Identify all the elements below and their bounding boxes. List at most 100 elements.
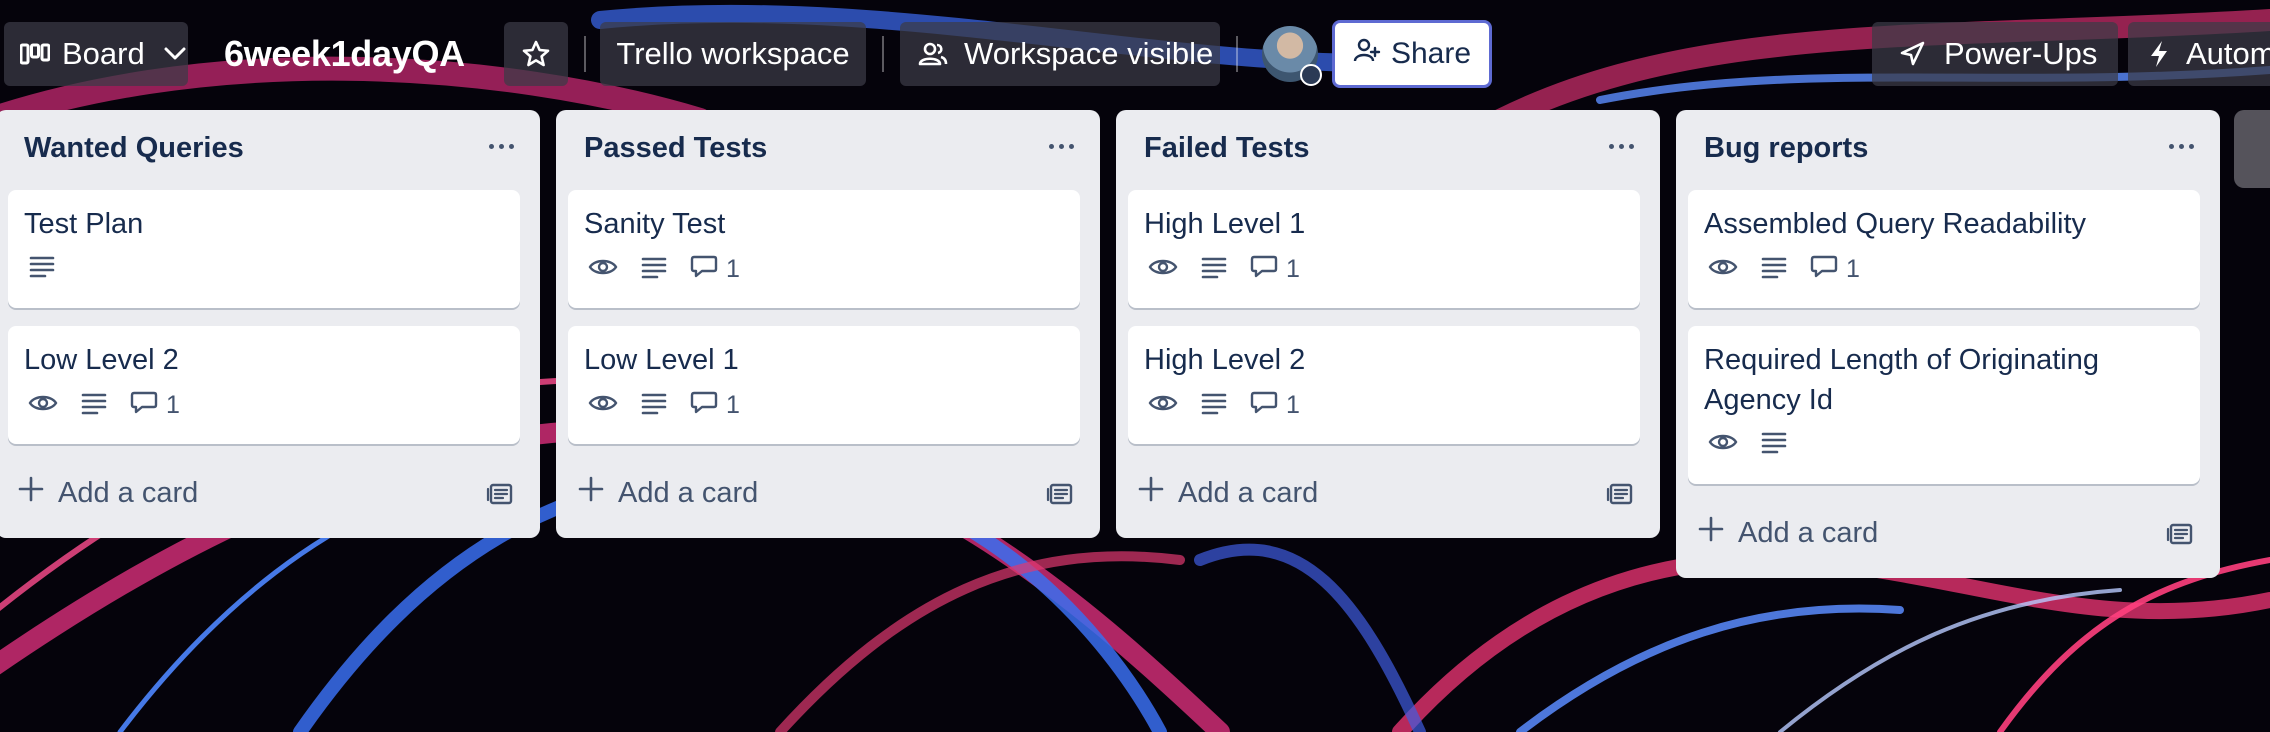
- board-header: Board 6week1dayQA Trello workspace Works…: [0, 0, 2270, 108]
- list-title[interactable]: Passed Tests: [584, 132, 767, 165]
- workspace-label: Trello workspace: [616, 36, 850, 71]
- eye-icon: [1708, 431, 1738, 458]
- comment-icon: [690, 390, 718, 421]
- power-ups-label: Power-Ups: [1944, 36, 2098, 71]
- card-title: High Level 1: [1144, 208, 1306, 240]
- description-icon: [640, 391, 668, 420]
- workspace-button[interactable]: Trello workspace: [600, 22, 866, 86]
- add-person-icon: [1353, 36, 1381, 72]
- description-icon: [1200, 391, 1228, 420]
- eye-icon: [588, 392, 618, 419]
- comment-count: 1: [1250, 254, 1300, 285]
- card-template-icon[interactable]: [1046, 480, 1074, 511]
- comment-icon: [1250, 254, 1278, 285]
- card-title: Low Level 1: [584, 344, 739, 376]
- view-switcher-button[interactable]: Board: [4, 22, 188, 86]
- add-card-button[interactable]: Add a card: [18, 476, 198, 510]
- comment-icon: [1810, 254, 1838, 285]
- add-card-button[interactable]: Add a card: [578, 476, 758, 510]
- list-menu-icon[interactable]: [489, 144, 514, 149]
- eye-icon: [588, 256, 618, 283]
- comment-count: 1: [690, 390, 740, 421]
- comment-count-value: 1: [1846, 255, 1860, 283]
- comment-icon: [130, 390, 158, 421]
- chevron-down-icon: [163, 46, 187, 62]
- card-title: Test Plan: [24, 208, 144, 240]
- card-template-icon[interactable]: [486, 480, 514, 511]
- comment-count-value: 1: [1286, 255, 1300, 283]
- add-card-label: Add a card: [1178, 476, 1319, 509]
- plus-icon: [1138, 476, 1164, 510]
- description-icon: [640, 255, 668, 284]
- header-divider: [584, 36, 586, 72]
- comment-count-value: 1: [1286, 391, 1300, 419]
- card[interactable]: Assembled Query Readability 1: [1688, 190, 2200, 308]
- list-menu-icon[interactable]: [1049, 144, 1074, 149]
- card[interactable]: Required Length of Originating Agency Id: [1688, 326, 2200, 484]
- description-icon: [1760, 255, 1788, 284]
- card-title: Required Length of Originating Agency Id: [1704, 344, 2099, 416]
- list-passed-tests: Passed Tests Sanity Test 1 Low Level 1 1…: [556, 110, 1100, 538]
- comment-count: 1: [130, 390, 180, 421]
- plus-icon: [18, 476, 44, 510]
- visibility-label: Workspace visible: [964, 36, 1214, 71]
- card[interactable]: Sanity Test 1: [568, 190, 1080, 308]
- star-icon: [521, 39, 551, 69]
- card[interactable]: Test Plan: [8, 190, 520, 308]
- add-card-button[interactable]: Add a card: [1698, 516, 1878, 550]
- add-card-label: Add a card: [1738, 516, 1879, 549]
- member-avatar[interactable]: [1262, 26, 1322, 86]
- board-title[interactable]: 6week1dayQA: [224, 26, 465, 82]
- share-button[interactable]: Share: [1332, 20, 1492, 88]
- power-ups-button[interactable]: Power-Ups: [1872, 22, 2118, 86]
- list-bug-reports: Bug reports Assembled Query Readability …: [1676, 110, 2220, 578]
- list-title[interactable]: Failed Tests: [1144, 132, 1309, 165]
- visibility-button[interactable]: Workspace visible: [900, 22, 1220, 86]
- comment-count: 1: [1810, 254, 1860, 285]
- card-template-icon[interactable]: [1606, 480, 1634, 511]
- list-wanted-queries: Wanted Queries Test Plan Low Level 2 1 A…: [0, 110, 540, 538]
- comment-count: 1: [1250, 390, 1300, 421]
- card-title: Sanity Test: [584, 208, 726, 240]
- description-icon: [28, 254, 56, 283]
- description-icon: [80, 391, 108, 420]
- comment-count-value: 1: [166, 391, 180, 419]
- card[interactable]: High Level 1 1: [1128, 190, 1640, 308]
- header-divider: [1236, 36, 1238, 72]
- list-menu-icon[interactable]: [2169, 144, 2194, 149]
- comment-count: 1: [690, 254, 740, 285]
- card[interactable]: Low Level 2 1: [8, 326, 520, 444]
- comment-count-value: 1: [726, 391, 740, 419]
- plus-icon: [1698, 516, 1724, 550]
- star-button[interactable]: [504, 22, 568, 86]
- eye-icon: [1148, 392, 1178, 419]
- board-icon: [20, 43, 50, 65]
- add-card-label: Add a card: [58, 476, 199, 509]
- description-icon: [1760, 430, 1788, 459]
- list-failed-tests: Failed Tests High Level 1 1 High Level 2: [1116, 110, 1660, 538]
- eye-icon: [28, 392, 58, 419]
- description-icon: [1200, 255, 1228, 284]
- eye-icon: [1708, 256, 1738, 283]
- add-list-button[interactable]: [2234, 110, 2270, 188]
- view-switcher-label: Board: [62, 36, 145, 71]
- lightning-icon: [2148, 39, 2170, 69]
- rocket-icon: [1898, 40, 1926, 68]
- list-menu-icon[interactable]: [1609, 144, 1634, 149]
- card-template-icon[interactable]: [2166, 520, 2194, 551]
- list-title[interactable]: Wanted Queries: [24, 132, 244, 165]
- add-card-button[interactable]: Add a card: [1138, 476, 1318, 510]
- automation-label: Autom: [2186, 36, 2270, 71]
- card-title: Low Level 2: [24, 344, 179, 376]
- card[interactable]: High Level 2 1: [1128, 326, 1640, 444]
- automation-button[interactable]: Autom: [2128, 22, 2270, 86]
- add-card-label: Add a card: [618, 476, 759, 509]
- comment-icon: [1250, 390, 1278, 421]
- card[interactable]: Low Level 1 1: [568, 326, 1080, 444]
- comment-icon: [690, 254, 718, 285]
- list-title[interactable]: Bug reports: [1704, 132, 1868, 165]
- share-label: Share: [1390, 37, 1472, 70]
- card-title: High Level 2: [1144, 344, 1306, 376]
- header-divider: [882, 36, 884, 72]
- people-icon: [918, 41, 948, 67]
